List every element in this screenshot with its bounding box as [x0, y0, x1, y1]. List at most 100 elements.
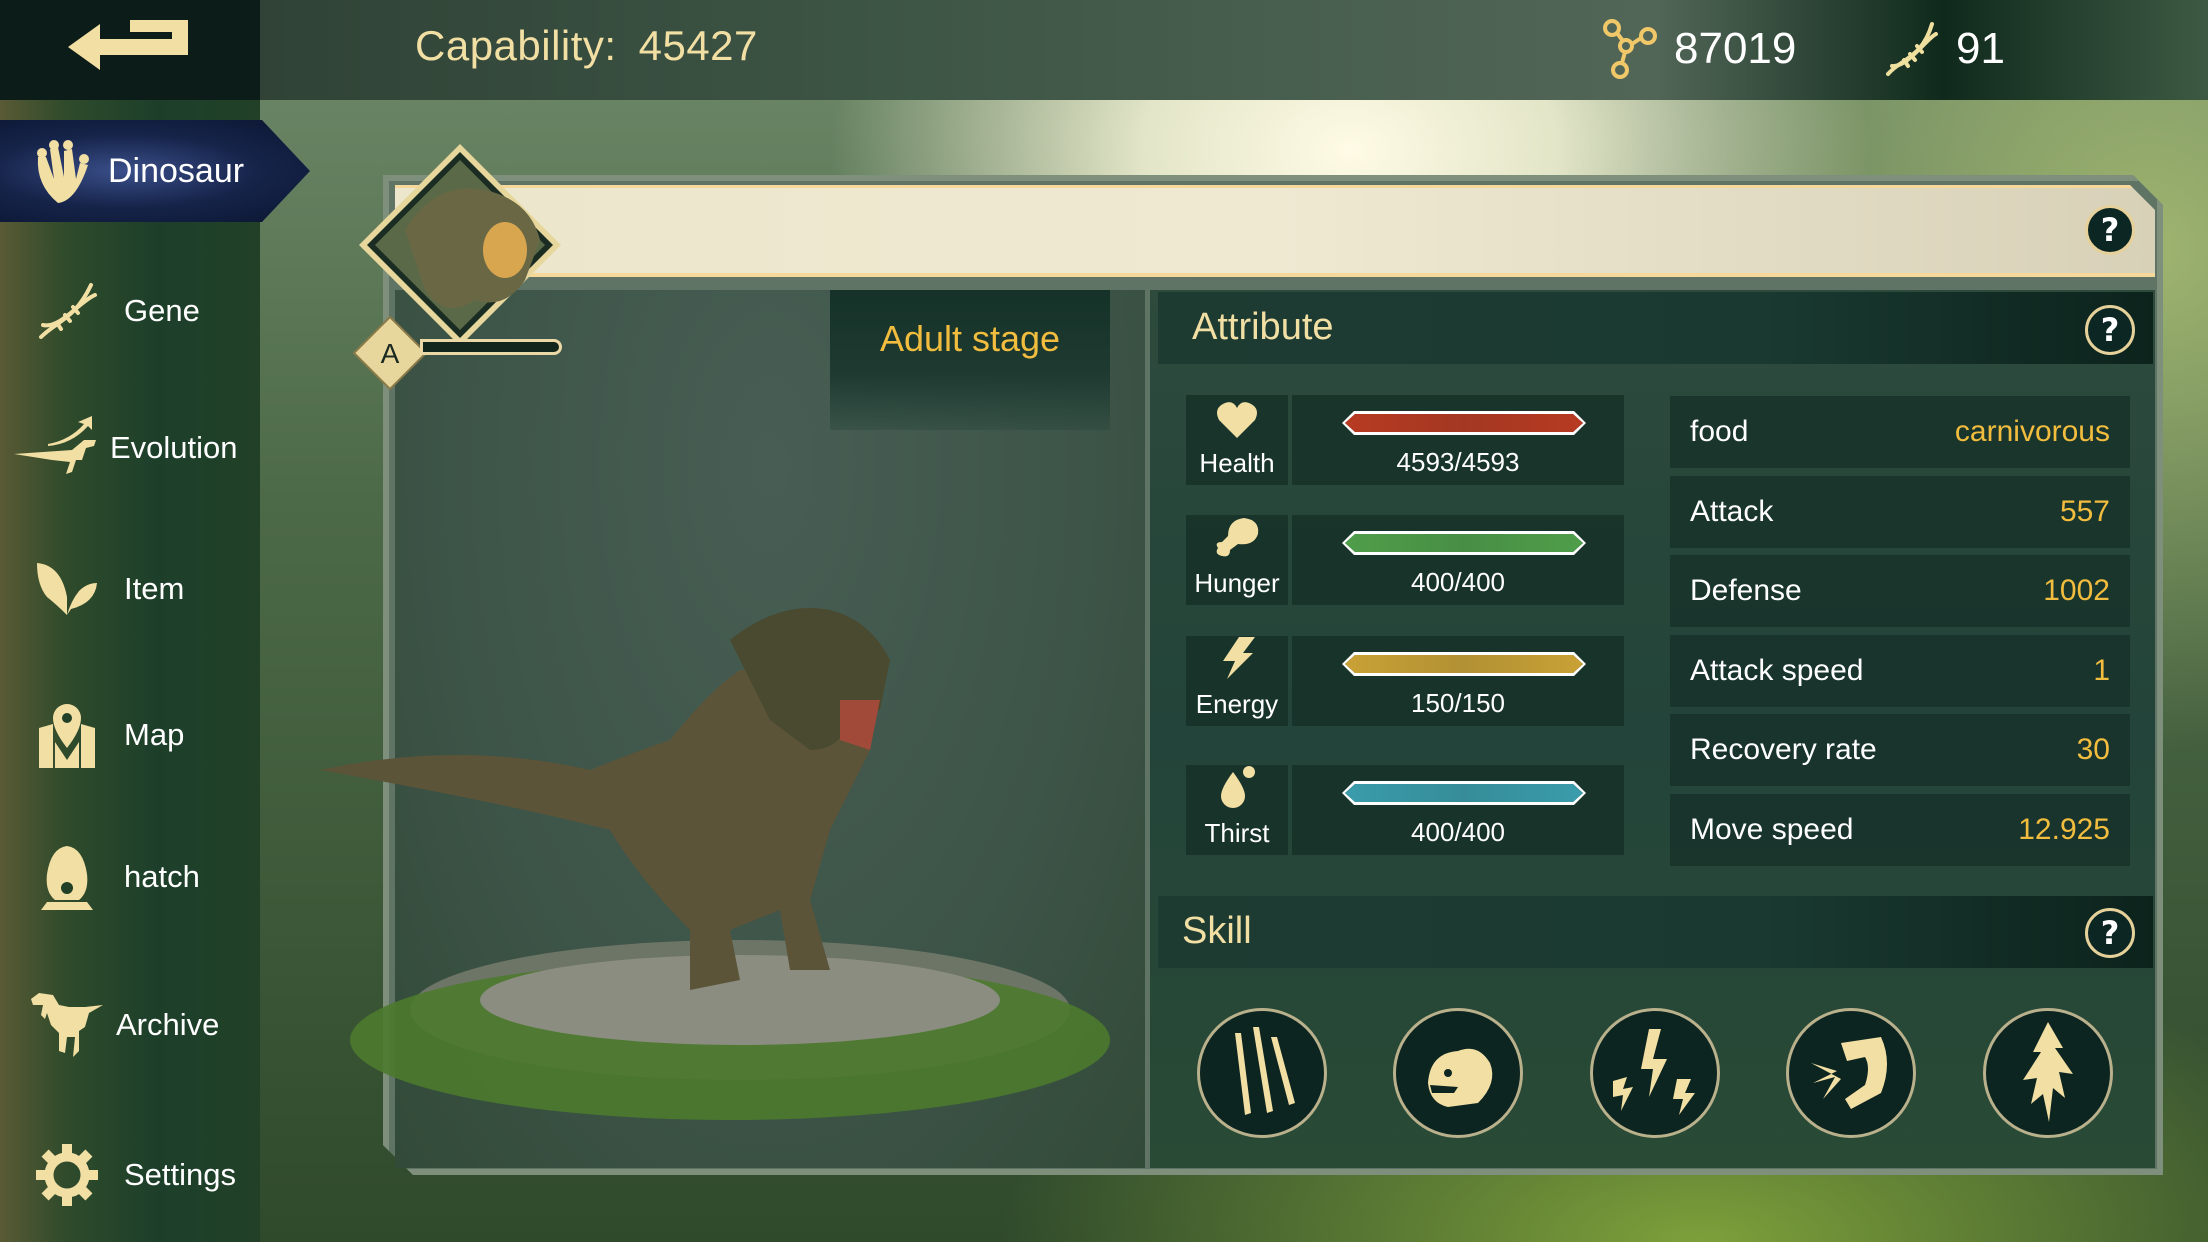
stat-hunger-bar-cell: 400/400 [1292, 515, 1624, 605]
stat-label: Energy [1195, 689, 1279, 719]
trex-icon [31, 993, 103, 1057]
stat-progress-fill [1345, 784, 1583, 802]
stat-hunger-label-cell: Hunger [1186, 515, 1288, 605]
sidebar-item-map[interactable]: Map [0, 690, 260, 780]
stat-health-label-cell: Health [1186, 395, 1288, 485]
stat-progress-bar [1342, 531, 1586, 555]
sidebar-item-gene[interactable]: Gene [0, 266, 260, 356]
stat-progress-fill [1345, 655, 1583, 673]
property-row-attack-speed: Attack speed 1 [1670, 634, 2130, 707]
sidebar-item-hatch[interactable]: hatch [0, 832, 260, 922]
help-button-skill[interactable]: ? [2085, 908, 2135, 958]
grade-progress-bar [420, 339, 562, 355]
property-key: Attack speed [1690, 653, 1864, 687]
top-bar [0, 0, 2208, 100]
property-key: Move speed [1690, 812, 1854, 846]
question-icon: ? [2100, 311, 2120, 349]
property-value: 12.925 [2018, 812, 2110, 846]
property-row-attack: Attack 557 [1670, 475, 2130, 548]
growth-stage-label: Adult stage [879, 318, 1061, 359]
return-arrow-icon [68, 20, 188, 70]
drumstick-icon [1214, 516, 1260, 564]
tree-lightning-icon [2023, 1022, 2073, 1122]
skill-slot-5[interactable] [1983, 1008, 2113, 1138]
map-pin-icon [39, 704, 95, 768]
dino-roar-head-icon [1428, 1048, 1493, 1107]
sidebar-item-label: Dinosaur [108, 151, 245, 190]
stat-energy-label-cell: Energy [1186, 636, 1288, 726]
property-key: Defense [1690, 574, 1802, 607]
help-button-header[interactable]: ? [2085, 205, 2135, 255]
sidebar-item-label: Settings [124, 1157, 237, 1192]
stat-thirst-label-cell: Thirst [1186, 765, 1288, 855]
skill-slot-2[interactable] [1393, 1008, 1523, 1138]
bite-jaw-icon [1811, 1037, 1887, 1109]
dna-count: 91 [1956, 24, 2005, 73]
gear-icon [36, 1144, 98, 1206]
claw-icon [37, 140, 89, 203]
skill-header: Skill [1158, 896, 2153, 968]
sidebar-item-label: Evolution [110, 430, 238, 465]
stat-label: Health [1199, 448, 1275, 478]
dna-icon [39, 283, 97, 339]
molecule-count: 87019 [1674, 24, 1797, 73]
stat-value: 4593/4593 [1396, 447, 1520, 477]
capability-label: Capability: [415, 22, 617, 69]
property-key: Recovery rate [1690, 733, 1877, 766]
growth-stage: Adult stage [830, 290, 1110, 430]
dinosaur-name-band [395, 185, 2155, 277]
help-button-attribute[interactable]: ? [2085, 305, 2135, 355]
property-key: food [1690, 415, 1749, 448]
stat-value: 150/150 [1411, 688, 1505, 718]
attribute-title: Attribute [1192, 306, 1334, 348]
attribute-header: Attribute [1158, 292, 2153, 364]
skill-slot-3[interactable] [1590, 1008, 1720, 1138]
evolution-icon [14, 416, 96, 474]
sidebar-item-label: hatch [124, 859, 200, 894]
capability-value: 45427 [638, 22, 758, 69]
stat-progress-bar [1342, 781, 1586, 805]
skill-slot-4[interactable] [1786, 1008, 1916, 1138]
grade-letter: A [381, 338, 400, 369]
sidebar-item-settings[interactable]: Settings [0, 1130, 260, 1220]
stat-progress-bar [1342, 411, 1586, 435]
property-value: 1002 [2043, 574, 2110, 607]
property-row-food: food carnivorous [1670, 396, 2130, 468]
stat-thirst-bar-cell: 400/400 [1292, 765, 1624, 855]
back-button[interactable] [0, 0, 260, 100]
stat-label: Hunger [1194, 568, 1280, 598]
leaf-icon [37, 563, 97, 615]
property-value: 557 [2059, 494, 2110, 528]
resource-molecule: 87019 [1600, 18, 1796, 80]
skill-title: Skill [1182, 910, 1252, 952]
stat-progress-fill [1345, 534, 1583, 552]
lightning-strike-icon [1613, 1029, 1695, 1115]
stat-progress-fill [1345, 414, 1583, 432]
stat-energy-bar-cell: 150/150 [1292, 636, 1624, 726]
sidebar-item-label: Map [124, 717, 185, 752]
property-key: Attack [1690, 494, 1774, 528]
property-row-move-speed: Move speed 12.925 [1670, 793, 2130, 866]
water-drop-icon [1215, 764, 1259, 814]
question-icon: ? [2100, 211, 2120, 249]
claw-slash-icon [1235, 1027, 1295, 1115]
stat-progress-bar [1342, 652, 1586, 676]
capability-display: Capability: 45427 [415, 22, 758, 70]
property-value: 1 [2093, 653, 2110, 687]
property-value: carnivorous [1954, 415, 2110, 448]
sidebar-item-item[interactable]: Item [0, 544, 260, 634]
heart-icon [1215, 400, 1259, 444]
sidebar-item-label: Item [124, 571, 185, 606]
sidebar-item-label: Gene [124, 293, 200, 328]
egg-icon [41, 846, 93, 910]
sidebar-item-evolution[interactable]: Evolution [0, 403, 260, 493]
property-row-recovery-rate: Recovery rate 30 [1670, 714, 2130, 786]
stat-label: Thirst [1204, 818, 1270, 848]
resource-dna: 91 [1882, 18, 2005, 80]
sidebar-item-archive[interactable]: Archive [0, 980, 260, 1070]
stat-value: 400/400 [1411, 817, 1505, 847]
skill-slot-1[interactable] [1197, 1008, 1327, 1138]
question-icon: ? [2100, 914, 2120, 952]
lightning-icon [1217, 635, 1257, 685]
sidebar-item-dinosaur[interactable]: Dinosaur [0, 120, 310, 222]
